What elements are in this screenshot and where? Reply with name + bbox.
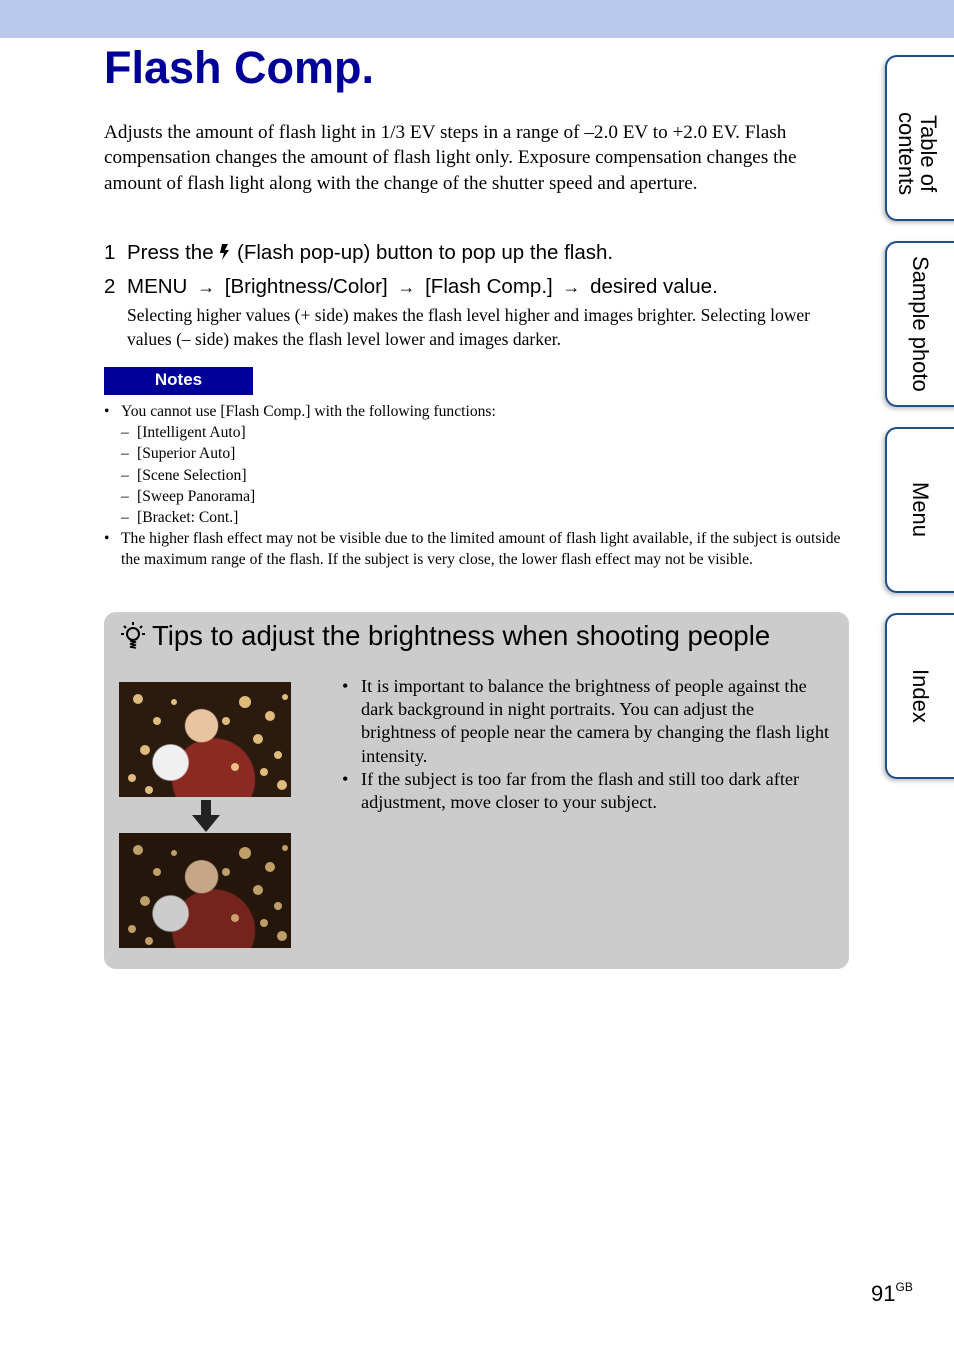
bokeh-light xyxy=(277,930,288,941)
step-text-after: (Flash pop-up) button to pop up the flas… xyxy=(237,241,614,264)
tips-title-text: Tips to adjust the brightness when shoot… xyxy=(152,620,771,651)
bullet: • xyxy=(342,676,349,696)
bokeh-light xyxy=(273,902,282,910)
bokeh-light xyxy=(239,695,252,708)
bokeh-light xyxy=(139,745,150,756)
tab-table-of-contents[interactable]: Table of contents xyxy=(885,55,954,221)
intro-paragraph: Adjusts the amount of flash light in 1/3… xyxy=(104,122,797,194)
tab-label: Index xyxy=(908,669,933,723)
bokeh-light xyxy=(144,936,153,945)
note-item: • You cannot use [Flash Comp.] with the … xyxy=(104,401,849,528)
bullet: • xyxy=(104,530,110,548)
note-subitem: – [Bracket: Cont.] xyxy=(121,509,239,527)
tip-item: • If the subject is too far from the fla… xyxy=(342,768,832,814)
note-subitem: – [Intelligent Auto] xyxy=(121,424,246,442)
note-item: • The higher flash effect may not be vis… xyxy=(104,528,849,570)
tab-index[interactable]: Index xyxy=(885,613,954,779)
menu-path-brightness-color: [Brightness/Color] xyxy=(224,275,388,298)
page-number-value: 91 xyxy=(871,1281,896,1306)
tab-label: Table of contents xyxy=(894,112,941,196)
step-number: 2 xyxy=(104,275,116,298)
bokeh-light xyxy=(230,762,239,771)
bokeh-light xyxy=(282,844,289,851)
tips-title: Tips to adjust the brightness when shoot… xyxy=(120,618,770,654)
bullet: • xyxy=(342,768,349,789)
note-subitem: – [Sweep Panorama] xyxy=(121,487,256,505)
bokeh-light xyxy=(230,913,239,922)
tips-box: Tips to adjust the brightness when shoot… xyxy=(104,612,849,969)
note-text: The higher flash effect may not be visib… xyxy=(121,530,841,569)
flash-icon xyxy=(219,242,231,268)
tip-item: • It is important to balance the brightn… xyxy=(342,675,832,768)
bokeh-light xyxy=(127,774,136,782)
bullet: • xyxy=(104,403,110,420)
tab-menu[interactable]: Menu xyxy=(885,427,954,593)
notes-list: • You cannot use [Flash Comp.] with the … xyxy=(104,401,849,571)
note-subitem: – [Superior Auto] xyxy=(121,445,236,463)
menu-path-flash-comp: [Flash Comp.] xyxy=(425,275,553,298)
right-arrow-icon: → xyxy=(197,277,216,297)
tip-text: If the subject is too far from the flash… xyxy=(361,768,800,813)
photo-after xyxy=(119,833,291,948)
bokeh-light xyxy=(222,867,231,876)
step-text-before: Press the xyxy=(127,241,214,264)
bokeh-light xyxy=(127,925,136,933)
tips-list: • It is important to balance the brightn… xyxy=(342,675,832,814)
bokeh-light xyxy=(222,716,231,725)
right-arrow-icon: → xyxy=(562,277,581,297)
note-subitem: – [Scene Selection] xyxy=(121,466,247,484)
bokeh-light xyxy=(253,884,264,895)
bokeh-light xyxy=(265,710,276,721)
page-title: Flash Comp. xyxy=(104,42,375,93)
tip-text: It is important to balance the brightnes… xyxy=(361,676,830,766)
bokeh-light xyxy=(132,844,143,855)
bokeh-light xyxy=(277,779,288,790)
right-arrow-icon: → xyxy=(397,277,416,297)
bokeh-light xyxy=(253,733,264,744)
bokeh-light xyxy=(239,846,252,859)
header-band xyxy=(0,0,954,38)
bokeh-light xyxy=(170,850,177,857)
tab-label: Sample photo xyxy=(908,256,933,392)
bokeh-light xyxy=(260,919,269,928)
menu-path-menu: MENU xyxy=(127,275,188,298)
bokeh-light xyxy=(132,693,143,704)
page-number: 91GB xyxy=(871,1280,913,1307)
step-number: 1 xyxy=(104,241,116,264)
lightbulb-icon xyxy=(120,621,146,651)
bokeh-light xyxy=(282,693,289,700)
bokeh-light xyxy=(170,699,177,706)
step-2: 2 MENU → [Brightness/Color] → [Flash Comp… xyxy=(104,274,718,300)
bokeh-light xyxy=(153,867,162,876)
tab-label: Menu xyxy=(908,482,933,538)
down-arrow-icon xyxy=(192,800,220,832)
step-2-description: Selecting higher values (+ side) makes t… xyxy=(127,305,810,349)
page-number-suffix: GB xyxy=(895,1280,913,1294)
bokeh-light xyxy=(260,768,269,777)
step-1: 1 Press the (Flash pop-up) button to pop … xyxy=(104,240,613,268)
tab-sample-photo[interactable]: Sample photo xyxy=(885,241,954,407)
photo-before xyxy=(119,682,291,797)
bokeh-light xyxy=(139,896,150,907)
notes-badge: Notes xyxy=(104,367,253,395)
menu-path-desired-value: desired value. xyxy=(590,275,718,298)
note-text: You cannot use [Flash Comp.] with the fo… xyxy=(121,403,496,420)
bokeh-light xyxy=(153,716,162,725)
bokeh-light xyxy=(273,751,282,759)
bokeh-light xyxy=(265,861,276,872)
bokeh-light xyxy=(144,785,153,794)
